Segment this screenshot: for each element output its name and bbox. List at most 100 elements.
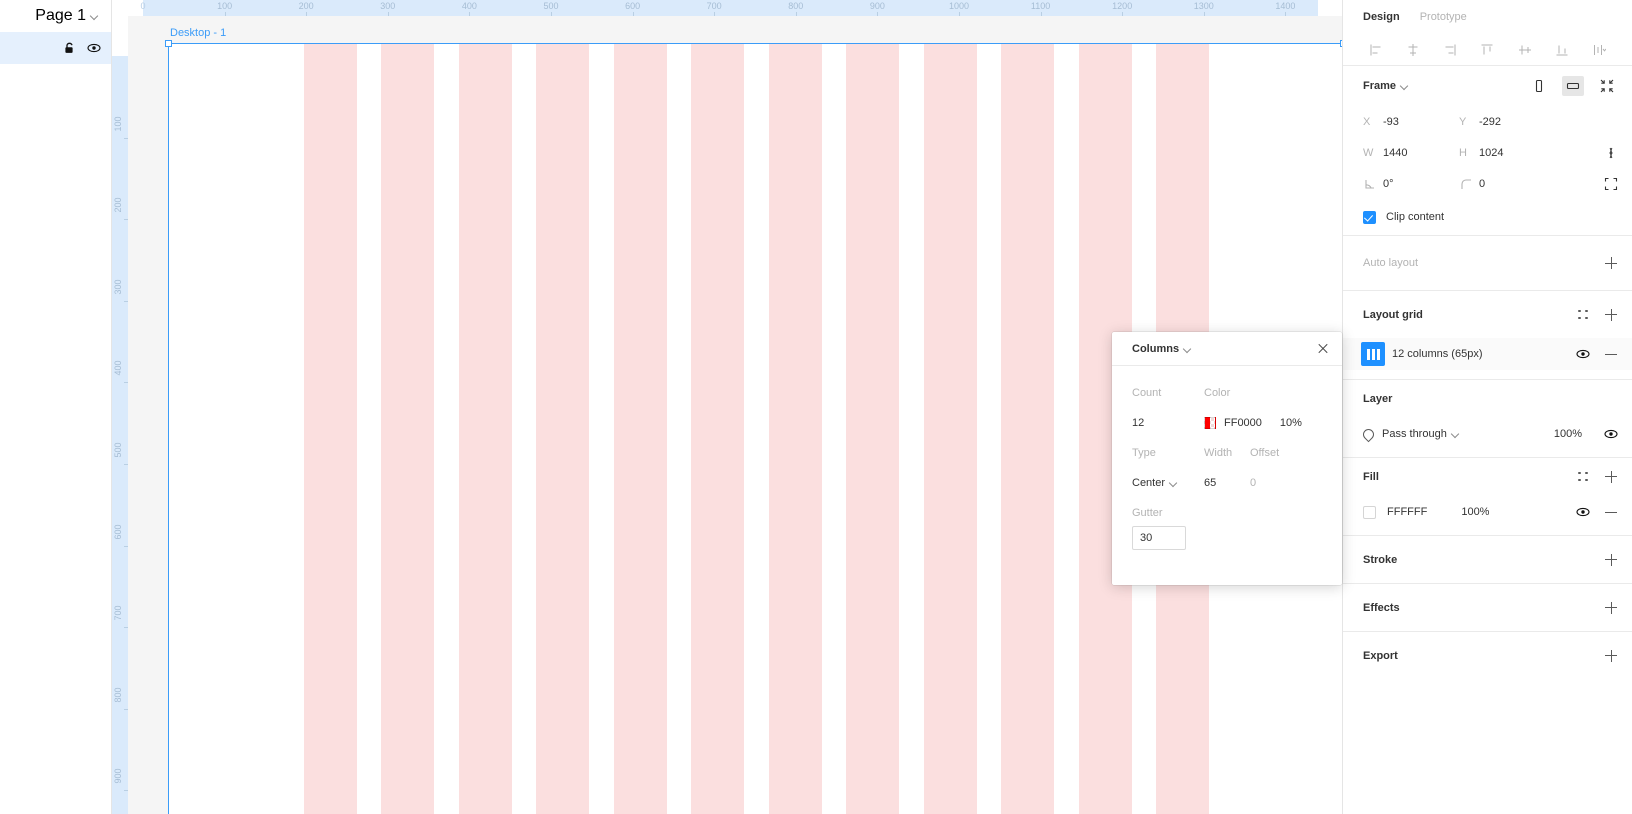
ruler-h-tick-mark [1122, 12, 1124, 16]
export-header: Export [1363, 632, 1618, 679]
layer-header: Layer [1363, 380, 1618, 417]
distribute-menu-icon[interactable] [1581, 38, 1618, 62]
align-top-icon[interactable] [1469, 38, 1506, 62]
align-vertical-center-icon[interactable] [1506, 38, 1543, 62]
ruler-v-tick-mark [124, 464, 128, 465]
layout-grid-header: Layout grid [1363, 291, 1618, 338]
width-input[interactable]: 65 [1204, 477, 1250, 489]
chevron-down-icon [91, 12, 99, 20]
grid-type-dropdown[interactable]: Columns [1132, 343, 1192, 355]
blend-mode-dropdown[interactable]: Pass through [1382, 428, 1460, 440]
eye-icon[interactable] [1576, 505, 1590, 519]
columns-grid-icon[interactable] [1361, 342, 1385, 366]
align-horizontal-center-icon[interactable] [1394, 38, 1431, 62]
align-bottom-icon[interactable] [1543, 38, 1580, 62]
blend-mode-icon [1360, 426, 1377, 442]
effects-section: Effects [1343, 584, 1632, 632]
alignment-toolbar [1343, 34, 1632, 66]
eye-icon[interactable] [1604, 427, 1618, 441]
selection-handle[interactable] [164, 39, 172, 47]
add-effect-button[interactable] [1604, 601, 1618, 615]
corner-radius-value: 0 [1479, 177, 1486, 190]
clip-content-checkbox[interactable] [1363, 210, 1376, 224]
color-hex-input[interactable]: FF0000 [1224, 417, 1262, 429]
x-field[interactable]: X -93 [1363, 116, 1459, 128]
layer-label: Layer [1363, 392, 1393, 405]
align-right-icon[interactable] [1432, 38, 1469, 62]
fill-hex-input[interactable]: FFFFFF [1387, 506, 1427, 518]
ruler-v-tick-mark [124, 545, 128, 547]
independent-corners-icon[interactable] [1604, 177, 1618, 191]
page-selector[interactable]: Page 1 [0, 0, 111, 32]
tab-prototype[interactable]: Prototype [1420, 11, 1467, 23]
fill-opacity-input[interactable]: 100% [1461, 506, 1489, 518]
clip-content-label: Clip content [1386, 211, 1445, 223]
eye-icon[interactable] [1576, 347, 1590, 361]
unlock-icon[interactable] [63, 41, 77, 55]
export-section: Export [1343, 632, 1632, 679]
frame-type-dropdown[interactable]: Frame [1363, 80, 1409, 92]
tab-design[interactable]: Design [1363, 11, 1400, 23]
clip-content-row[interactable]: Clip content [1363, 199, 1618, 235]
add-stroke-button[interactable] [1604, 553, 1618, 567]
eye-icon[interactable] [87, 41, 101, 55]
add-layout-grid-button[interactable] [1604, 308, 1618, 322]
type-value: Center [1132, 477, 1166, 489]
type-dropdown[interactable]: Center [1132, 477, 1204, 489]
add-auto-layout-button[interactable] [1604, 256, 1618, 270]
resize-to-fit-icon[interactable] [1596, 76, 1618, 96]
layout-grid-settings-popup[interactable]: Columns Count Color 12 FF0000 10% Type W… [1112, 332, 1342, 585]
orientation-portrait-icon[interactable] [1528, 76, 1550, 96]
align-left-icon[interactable] [1357, 38, 1394, 62]
width-field[interactable]: W 1440 [1363, 147, 1459, 159]
width-label: Width [1204, 447, 1233, 459]
count-label: Count [1132, 387, 1162, 399]
layout-grid-column [536, 44, 590, 814]
layout-grid-column [613, 44, 667, 814]
fill-color-swatch[interactable] [1363, 505, 1376, 519]
layout-grid-item-label: 12 columns (65px) [1392, 348, 1483, 360]
add-export-button[interactable] [1604, 649, 1618, 663]
right-properties-panel: Design Prototype Frame X -93 Y -292 W 14… [1342, 0, 1632, 814]
gutter-input[interactable]: 30 [1132, 526, 1186, 550]
ruler-h-tick-mark [1285, 12, 1287, 16]
constrain-proportions-icon[interactable] [1604, 146, 1618, 160]
rotation-corner-row: 0° 0 [1363, 168, 1618, 199]
color-swatch[interactable] [1204, 417, 1216, 429]
layout-grid-item[interactable]: 12 columns (65px) [1343, 338, 1632, 370]
style-dots-icon[interactable] [1578, 471, 1590, 483]
ruler-vertical[interactable]: 100 200 300 400 500 600 700 800 900 [112, 16, 128, 814]
ruler-h-tick-label: 0 [140, 1, 146, 11]
layout-grid-column [1001, 44, 1055, 814]
popup-header: Columns [1112, 332, 1342, 366]
ruler-h-tick-mark [306, 12, 308, 16]
add-fill-button[interactable] [1604, 470, 1618, 484]
ruler-v-tick-mark [124, 219, 128, 221]
orientation-landscape-icon[interactable] [1562, 76, 1584, 96]
close-icon[interactable] [1312, 338, 1334, 360]
corner-radius-icon [1459, 177, 1471, 191]
count-input[interactable]: 12 [1132, 417, 1204, 429]
rotation-field[interactable]: 0° [1363, 177, 1459, 191]
color-label: Color [1204, 387, 1231, 399]
layout-grid-label: Layout grid [1363, 308, 1423, 321]
y-field[interactable]: Y -292 [1459, 116, 1555, 128]
remove-fill-button[interactable] [1604, 505, 1618, 519]
style-dots-icon[interactable] [1578, 309, 1590, 321]
offset-input[interactable]: 0 [1250, 477, 1256, 489]
layer-row-desktop-1[interactable] [0, 32, 111, 64]
corner-radius-field[interactable]: 0 [1459, 177, 1555, 191]
ruler-v-tick-label: 300 [113, 279, 123, 295]
height-field[interactable]: H 1024 [1459, 147, 1555, 159]
frame-label[interactable]: Desktop - 1 [170, 27, 226, 39]
layer-opacity-input[interactable]: 100% [1554, 428, 1582, 440]
ruler-horizontal[interactable]: 0 100 200 300 400 500 600 700 800 900 1000 1100 1200… [112, 0, 1342, 16]
blend-mode-value: Pass through [1382, 428, 1447, 440]
color-opacity-input[interactable]: 10% [1280, 417, 1302, 429]
frame-orientation-controls [1528, 76, 1618, 96]
row-labels-count-color: Count Color [1132, 380, 1326, 406]
rotation-icon [1363, 177, 1374, 191]
remove-layout-grid-button[interactable] [1604, 347, 1618, 361]
size-row: W 1440 H 1024 [1363, 137, 1618, 168]
ruler-h-tick-mark [1040, 12, 1042, 16]
